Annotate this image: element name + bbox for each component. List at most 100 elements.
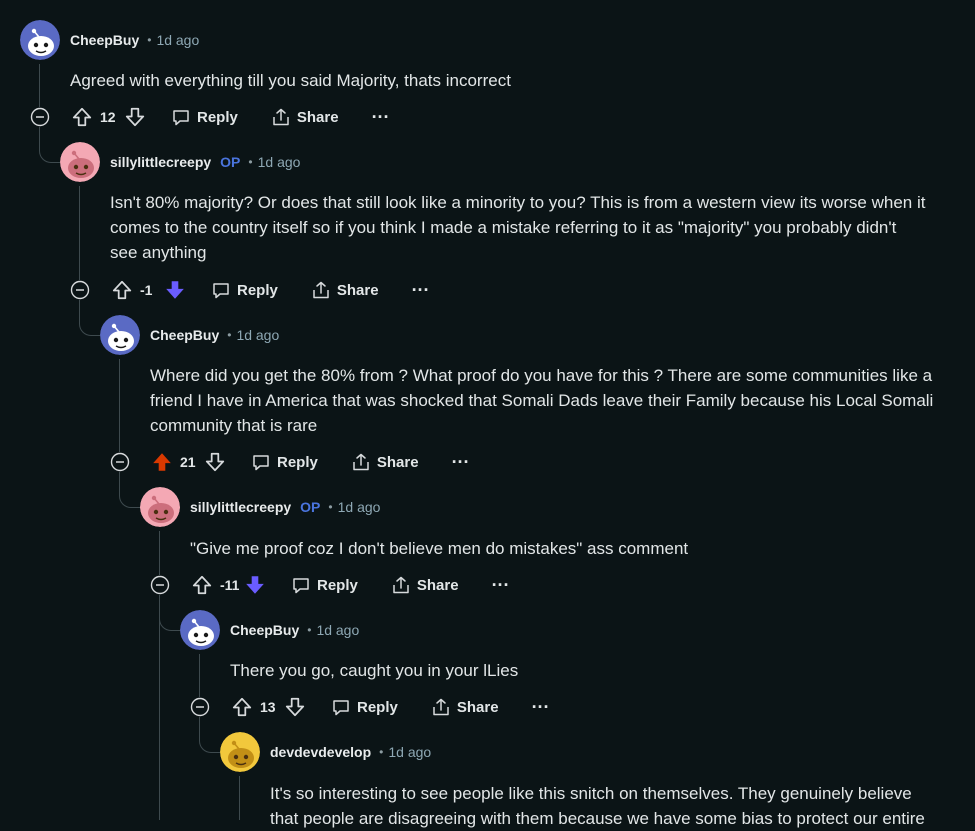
downvote-icon[interactable]	[162, 277, 188, 303]
comment-actions: -1 Reply Share ···	[70, 274, 433, 306]
snoo-pink-avatar[interactable]	[140, 487, 180, 527]
collapse-thread-icon[interactable]	[110, 452, 130, 472]
more-options-icon[interactable]: ···	[489, 573, 513, 597]
upvote-icon[interactable]	[149, 449, 175, 475]
author-name[interactable]: sillylittlecreepy	[110, 154, 211, 170]
more-options-icon[interactable]: ···	[369, 105, 393, 129]
collapse-thread-icon[interactable]	[30, 107, 50, 127]
share-icon	[391, 575, 411, 595]
snoo-blue-avatar[interactable]	[100, 315, 140, 355]
downvote-icon[interactable]	[202, 449, 228, 475]
reply-button[interactable]: Reply	[291, 569, 358, 601]
snoo-blue-avatar[interactable]	[20, 20, 60, 60]
comment-text-line: Where did you get the 80% from ? What pr…	[150, 366, 933, 385]
comment-header: CheepBuy • 1d ago	[20, 20, 199, 60]
share-icon	[271, 107, 291, 127]
vote-score: 13	[260, 699, 276, 715]
comment-actions: 21 Reply Share ···	[110, 446, 473, 478]
comment-text-line: friend I have in America that was shocke…	[150, 391, 934, 410]
comment-actions: 13 Reply Share ···	[190, 691, 553, 723]
comment-header: sillylittlecreepy OP • 1d ago	[60, 142, 300, 182]
comment-text-line: "Give me proof coz I don't believe men d…	[190, 539, 689, 558]
reply-icon	[251, 452, 271, 472]
reply-button[interactable]: Reply	[171, 101, 238, 133]
author-name[interactable]: devdevdevelop	[270, 744, 371, 760]
comment-text-line: There you go, caught you in your lLies	[230, 661, 519, 680]
share-icon	[351, 452, 371, 472]
op-badge: OP	[220, 154, 241, 170]
thread-line	[119, 359, 120, 452]
separator-dot: •	[227, 328, 232, 342]
comment-text-line: community that is rare	[150, 416, 318, 435]
separator-dot: •	[328, 500, 333, 514]
downvote-icon[interactable]	[282, 694, 308, 720]
upvote-icon[interactable]	[189, 572, 215, 598]
separator-dot: •	[147, 33, 152, 47]
author-name[interactable]: sillylittlecreepy	[190, 499, 291, 515]
comment-body: Agreed with everything till you said Maj…	[70, 68, 957, 93]
comment-actions: -11 Reply Share ···	[150, 569, 513, 601]
collapse-thread-icon[interactable]	[70, 280, 90, 300]
thread-elbow	[119, 485, 140, 508]
reply-button[interactable]: Reply	[251, 446, 318, 478]
collapse-thread-icon[interactable]	[190, 697, 210, 717]
author-name[interactable]: CheepBuy	[150, 327, 219, 343]
comment-body: "Give me proof coz I don't believe men d…	[190, 536, 957, 561]
comment-text-line: It's so interesting to see people like t…	[270, 784, 912, 803]
op-badge: OP	[300, 499, 321, 515]
timestamp[interactable]: 1d ago	[338, 499, 381, 515]
reply-icon	[171, 107, 191, 127]
comment-header: CheepBuy • 1d ago	[180, 610, 359, 650]
timestamp[interactable]: 1d ago	[388, 744, 431, 760]
separator-dot: •	[248, 155, 253, 169]
vote-score: -1	[140, 282, 153, 298]
comment-body: It's so interesting to see people like t…	[270, 781, 957, 831]
reply-button[interactable]: Reply	[331, 691, 398, 723]
timestamp[interactable]: 1d ago	[156, 32, 199, 48]
more-options-icon[interactable]: ···	[449, 450, 473, 474]
author-name[interactable]: CheepBuy	[230, 622, 299, 638]
vote-score: 12	[100, 109, 116, 125]
thread-line	[239, 776, 240, 820]
upvote-icon[interactable]	[69, 104, 95, 130]
thread-elbow	[199, 730, 220, 753]
share-button[interactable]: Share	[271, 101, 339, 133]
comment-actions: 12 Reply Share ···	[30, 101, 393, 133]
downvote-icon[interactable]	[242, 572, 268, 598]
reply-icon	[291, 575, 311, 595]
share-icon	[431, 697, 451, 717]
thread-line	[79, 186, 80, 280]
snoo-blue-avatar[interactable]	[180, 610, 220, 650]
timestamp[interactable]: 1d ago	[316, 622, 359, 638]
thread-line	[159, 604, 160, 820]
snoo-pink-avatar[interactable]	[60, 142, 100, 182]
reply-icon	[331, 697, 351, 717]
reply-button[interactable]: Reply	[211, 274, 278, 306]
comment-text-line: Agreed with everything till you said Maj…	[70, 71, 511, 90]
comment-text-line: that people are disagreeing with them be…	[270, 809, 925, 828]
more-options-icon[interactable]: ···	[529, 695, 553, 719]
share-button[interactable]: Share	[391, 569, 459, 601]
comment-text-line: Isn't 80% majority? Or does that still l…	[110, 193, 926, 212]
separator-dot: •	[307, 623, 312, 637]
upvote-icon[interactable]	[229, 694, 255, 720]
timestamp[interactable]: 1d ago	[258, 154, 301, 170]
upvote-icon[interactable]	[109, 277, 135, 303]
more-options-icon[interactable]: ···	[409, 278, 433, 302]
share-button[interactable]: Share	[311, 274, 379, 306]
collapse-thread-icon[interactable]	[150, 575, 170, 595]
thread-elbow	[39, 140, 60, 163]
vote-score: -11	[220, 577, 240, 593]
reply-icon	[211, 280, 231, 300]
comment-header: CheepBuy • 1d ago	[100, 315, 279, 355]
share-icon	[311, 280, 331, 300]
snoo-yellow-avatar[interactable]	[220, 732, 260, 772]
comment-text-line: comes to the country itself so if you th…	[110, 218, 897, 237]
comment-header: sillylittlecreepy OP • 1d ago	[140, 487, 380, 527]
share-button[interactable]: Share	[351, 446, 419, 478]
downvote-icon[interactable]	[122, 104, 148, 130]
share-button[interactable]: Share	[431, 691, 499, 723]
timestamp[interactable]: 1d ago	[236, 327, 279, 343]
author-name[interactable]: CheepBuy	[70, 32, 139, 48]
vote-score: 21	[180, 454, 196, 470]
